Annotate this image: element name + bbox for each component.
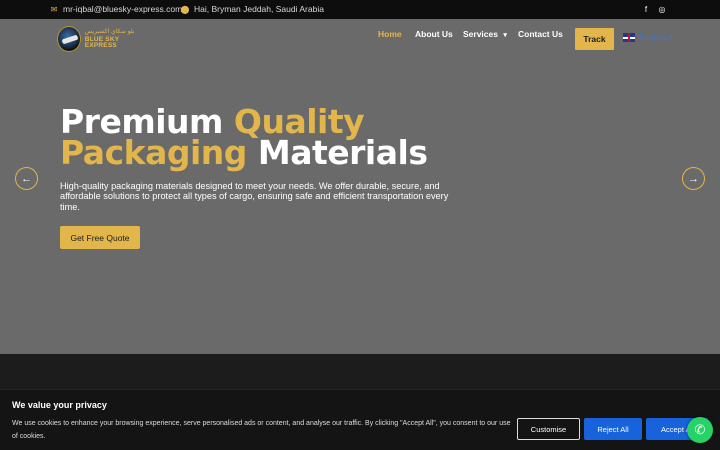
language-label: English: [639, 33, 666, 42]
site-logo[interactable]: بلو سكاي اكسبريس BLUE SKY EXPRESS: [57, 25, 147, 53]
arrow-left-icon: ←: [21, 172, 32, 185]
track-button[interactable]: Track: [575, 28, 614, 50]
cookie-title: We value your privacy: [12, 400, 107, 410]
facebook-icon[interactable]: f: [641, 4, 651, 14]
arrow-right-icon: →: [688, 172, 699, 185]
slider-next-button[interactable]: →: [682, 167, 705, 190]
location-pin-icon: ⬤: [180, 4, 190, 14]
top-bar: ✉ mr-iqbal@bluesky-express.com ⬤ Hai, Br…: [0, 0, 720, 19]
hero-description: High-quality packaging materials designe…: [60, 181, 449, 212]
nav-item-about[interactable]: About Us: [415, 29, 453, 39]
chevron-down-icon: ▾: [669, 35, 673, 41]
cookie-text: We use cookies to enhance your browsing …: [12, 420, 511, 440]
topbar-email[interactable]: ✉ mr-iqbal@bluesky-express.com: [50, 4, 183, 14]
instagram-icon[interactable]: ◎: [657, 4, 667, 14]
topbar-address: ⬤ Hai, Bryman Jeddah, Saudi Arabia: [181, 4, 324, 14]
topbar-email-text: mr-iqbal@bluesky-express.com: [63, 4, 183, 14]
nav-item-services-label: Services: [463, 29, 498, 39]
slider-prev-button[interactable]: ←: [15, 167, 38, 190]
language-switcher[interactable]: English ▾: [623, 33, 672, 42]
whatsapp-button[interactable]: ✆: [687, 417, 713, 443]
logo-text-english: BLUE SKY EXPRESS: [84, 35, 120, 49]
hero-title-gold2: Packaging: [60, 133, 247, 172]
logo-badge-icon: [57, 26, 81, 52]
hero-title: Premium Quality Packaging Materials: [60, 105, 428, 169]
nav-item-services[interactable]: Services ▾: [463, 29, 507, 39]
cookie-reject-button[interactable]: Reject All: [584, 418, 642, 440]
uk-flag-icon: [623, 33, 635, 42]
whatsapp-icon: ✆: [694, 422, 706, 437]
nav-item-home[interactable]: Home: [378, 29, 402, 39]
nav-item-contact[interactable]: Contact Us: [518, 29, 563, 39]
hero-title-part2: Materials: [246, 133, 428, 172]
cookie-customise-button[interactable]: Customise: [517, 418, 580, 440]
chevron-down-icon: ▾: [503, 32, 507, 39]
logo-text-arabic: بلو سكاي اكسبريس: [84, 27, 135, 35]
envelope-icon: ✉: [50, 4, 58, 14]
get-quote-button[interactable]: Get Free Quote: [60, 226, 140, 249]
topbar-address-text: Hai, Bryman Jeddah, Saudi Arabia: [194, 4, 324, 14]
